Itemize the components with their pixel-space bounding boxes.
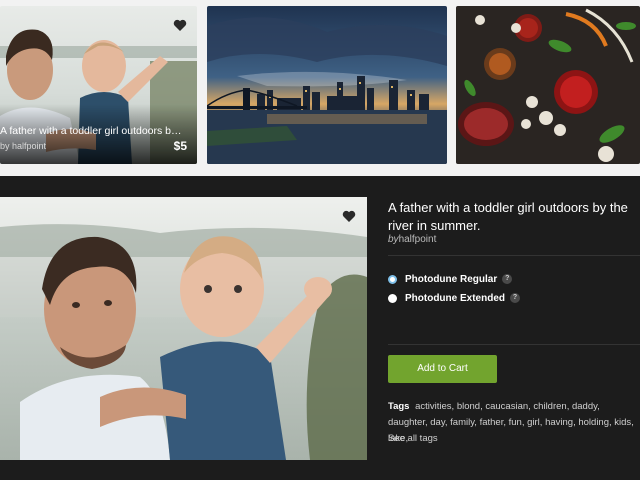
heart-icon[interactable]: [173, 19, 187, 32]
tag-link[interactable]: day: [430, 417, 445, 428]
tag-link[interactable]: having: [545, 417, 573, 428]
thumbnail-image[interactable]: [207, 6, 447, 164]
see-all-tags-link[interactable]: See all tags: [388, 433, 438, 444]
by-label: by: [388, 234, 399, 245]
tag-link[interactable]: fun: [509, 417, 522, 428]
radio-unselected[interactable]: [388, 293, 397, 303]
thumbnail-city-skyline[interactable]: [207, 6, 447, 164]
preview-panel: A father with a toddler girl outdoors by…: [0, 176, 640, 480]
license-option-extended[interactable]: Photodune Extended ?: [388, 290, 520, 306]
author-link[interactable]: halfpoint: [399, 234, 437, 245]
radio-selected[interactable]: [388, 274, 397, 284]
tag-link[interactable]: holding: [578, 417, 609, 428]
thumbnail-price: $5: [173, 139, 187, 153]
help-icon[interactable]: ?: [510, 293, 520, 303]
thumbnail-father-toddler[interactable]: A father with a toddler girl outdoors by…: [0, 6, 197, 164]
thumbnail-strip: A father with a toddler girl outdoors by…: [0, 0, 640, 177]
tag-link[interactable]: blond: [457, 401, 480, 412]
tag-link[interactable]: daughter: [388, 417, 425, 428]
divider: [388, 344, 640, 345]
item-title: A father with a toddler girl outdoors by…: [388, 200, 628, 233]
divider: [388, 255, 640, 256]
help-icon[interactable]: ?: [502, 274, 513, 284]
tag-link[interactable]: daddy: [572, 401, 597, 412]
item-author: byhalfpoint: [388, 234, 436, 245]
tag-link[interactable]: caucasian: [485, 401, 528, 412]
tag-link[interactable]: children: [533, 401, 566, 412]
tag-link[interactable]: father: [480, 417, 504, 428]
thumbnail-food-ingredients[interactable]: [456, 6, 640, 164]
thumbnail-author: by halfpoint: [0, 141, 47, 151]
preview-image[interactable]: [0, 197, 367, 460]
thumbnail-image[interactable]: [456, 6, 640, 164]
tag-link[interactable]: family: [450, 417, 474, 428]
item-details: A father with a toddler girl outdoors by…: [388, 176, 640, 480]
heart-icon[interactable]: [342, 210, 356, 223]
license-label[interactable]: Photodune Extended: [405, 293, 505, 304]
add-to-cart-button[interactable]: Add to Cart: [388, 355, 497, 383]
tags-label: Tags: [388, 401, 410, 412]
thumbnail-caption[interactable]: A father with a toddler girl outdoors by…: [0, 125, 184, 137]
license-option-regular[interactable]: Photodune Regular ?: [388, 271, 513, 287]
page: A father with a toddler girl outdoors by…: [0, 0, 640, 480]
tag-link[interactable]: kids: [614, 417, 631, 428]
tag-link[interactable]: activities: [415, 401, 451, 412]
license-label[interactable]: Photodune Regular: [405, 274, 497, 285]
tag-link[interactable]: girl: [527, 417, 540, 428]
